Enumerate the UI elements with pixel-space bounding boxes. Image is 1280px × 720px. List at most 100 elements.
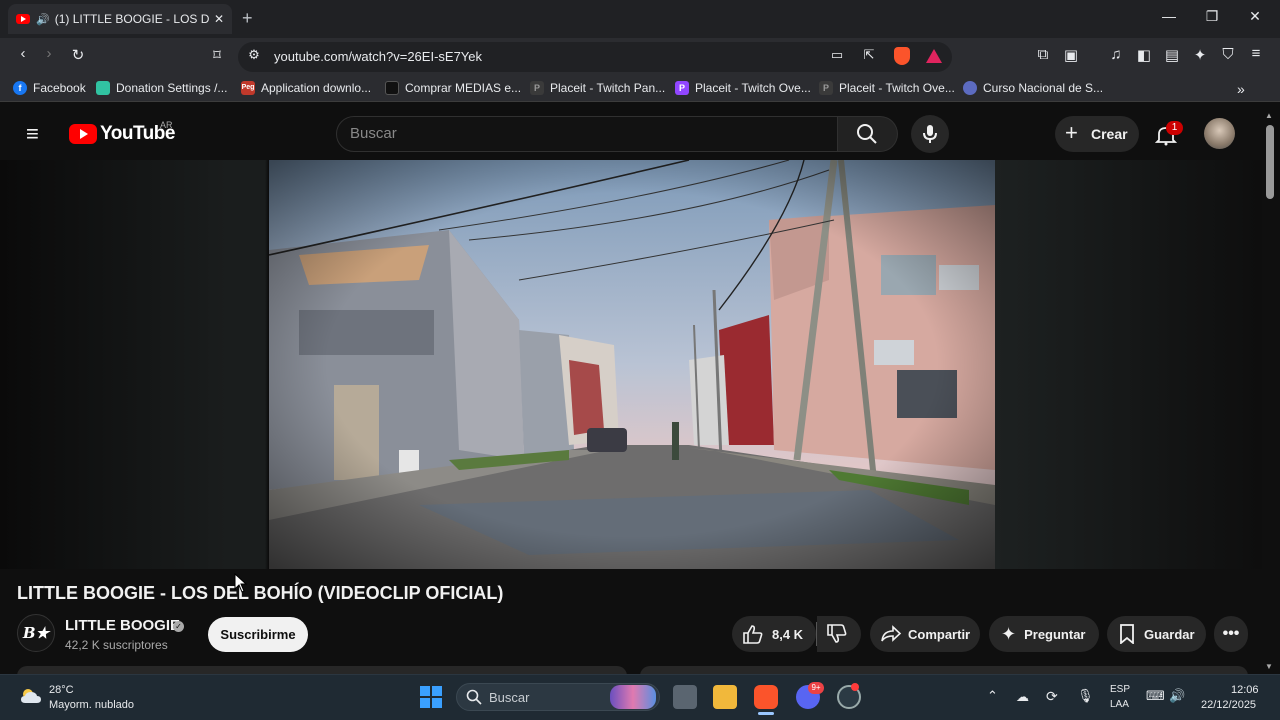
- bookmark-donation[interactable]: Donation Settings /...: [96, 81, 227, 95]
- volume-icon[interactable]: 🔊: [1169, 688, 1185, 704]
- site-settings-icon[interactable]: ⚙: [243, 47, 265, 63]
- placeit-icon: P: [530, 81, 544, 95]
- bookmark-label: Application downlo...: [261, 81, 372, 95]
- wallet-icon[interactable]: ▤: [1161, 46, 1183, 64]
- share-button[interactable]: Compartir: [870, 616, 980, 652]
- file-explorer-icon[interactable]: [713, 685, 737, 709]
- clock-time[interactable]: 12:06: [1231, 684, 1259, 696]
- language-code[interactable]: ESP: [1110, 684, 1130, 695]
- tab-title: (1) LITTLE BOOGIE - LOS DEL: [54, 12, 210, 26]
- weather-desc[interactable]: Mayorm. nublado: [49, 699, 134, 711]
- windows-start-icon[interactable]: [420, 686, 442, 708]
- bookmark-label: Placeit - Twitch Ove...: [839, 81, 955, 95]
- url-text[interactable]: youtube.com/watch?v=26EI-sE7Yek: [274, 49, 482, 64]
- placeit-icon: P: [819, 81, 833, 95]
- vpn-icon[interactable]: ⛉: [1217, 46, 1239, 63]
- menu-icon[interactable]: ≡: [1245, 45, 1267, 62]
- active-app-indicator: [758, 712, 774, 715]
- scroll-down-icon[interactable]: ▼: [1265, 662, 1273, 671]
- onedrive-icon[interactable]: ☁: [1016, 689, 1029, 705]
- region-code: AR: [160, 120, 173, 130]
- network-icon[interactable]: ⌨: [1146, 688, 1165, 704]
- sparkle-icon: ✦: [1001, 624, 1017, 644]
- tab-close-icon[interactable]: ✕: [214, 12, 224, 26]
- scroll-up-icon[interactable]: ▲: [1265, 111, 1273, 120]
- share-label: Compartir: [908, 626, 971, 642]
- scrollbar-thumb[interactable]: [1266, 125, 1274, 199]
- close-window-button[interactable]: ✕: [1245, 8, 1265, 25]
- search-input[interactable]: [336, 116, 838, 152]
- create-label: Crear: [1091, 126, 1128, 142]
- bookmark-label: Placeit - Twitch Pan...: [550, 81, 666, 95]
- speaker-icon[interactable]: 🔊: [36, 13, 50, 26]
- bookmark-placeit-3[interactable]: P Placeit - Twitch Ove...: [819, 81, 955, 95]
- hamburger-menu-icon[interactable]: ≡: [26, 123, 39, 145]
- dislike-button[interactable]: [817, 616, 861, 652]
- bookmark-placeit-1[interactable]: P Placeit - Twitch Pan...: [530, 81, 665, 95]
- search-highlight-icon[interactable]: [610, 685, 656, 709]
- search-placeholder: Buscar: [350, 125, 397, 142]
- user-avatar[interactable]: [1204, 118, 1235, 149]
- tray-overflow-icon[interactable]: ⌃: [987, 688, 998, 704]
- sidebar-icon[interactable]: ◧: [1133, 46, 1155, 64]
- bookmark-icon[interactable]: ⌑: [206, 46, 228, 64]
- clock-date[interactable]: 22/12/2025: [1201, 699, 1256, 711]
- more-bookmarks-icon[interactable]: »: [1237, 81, 1245, 97]
- like-pill-shape: [732, 616, 817, 652]
- browser-tab[interactable]: 🔊 (1) LITTLE BOOGIE - LOS DEL ✕: [8, 4, 232, 34]
- task-view-icon[interactable]: [673, 685, 697, 709]
- more-actions-icon[interactable]: •••: [1214, 616, 1248, 652]
- back-icon[interactable]: ‹: [12, 45, 34, 62]
- youtube-favicon-icon: [16, 14, 30, 24]
- save-button[interactable]: Guardar: [1107, 616, 1206, 652]
- share-page-icon[interactable]: ⇱: [858, 47, 880, 63]
- verified-badge-icon: ✓: [173, 621, 184, 632]
- reload-icon[interactable]: ↻: [67, 46, 89, 64]
- weather-cloud-icon[interactable]: [19, 687, 43, 705]
- video-frame[interactable]: [269, 160, 995, 569]
- peg-icon: Peg: [241, 81, 255, 95]
- bookmark-facebook[interactable]: f Facebook: [13, 81, 86, 95]
- bookmark-label: Facebook: [33, 81, 86, 95]
- video-ambient-right: [995, 160, 1262, 569]
- bookmark-medias[interactable]: Comprar MEDIAS e...: [385, 81, 521, 95]
- ask-label: Preguntar: [1024, 626, 1086, 642]
- subscribe-button[interactable]: Suscribirme: [208, 617, 308, 652]
- new-tab-button[interactable]: +: [242, 8, 253, 29]
- twitch-icon: P: [675, 81, 689, 95]
- cast-icon[interactable]: ▭: [826, 47, 848, 63]
- thumbs-down-icon: [827, 624, 847, 643]
- bookmark-placeit-2[interactable]: P Placeit - Twitch Ove...: [675, 81, 811, 95]
- subscriber-count: 42,2 K suscriptores: [65, 638, 168, 652]
- restore-button[interactable]: ❐: [1202, 8, 1222, 25]
- weather-temp[interactable]: 28°C: [49, 684, 74, 696]
- extensions-icon[interactable]: ⧉: [1032, 46, 1054, 63]
- leo-ai-icon[interactable]: ✦: [1189, 46, 1211, 64]
- minimize-button[interactable]: —: [1159, 8, 1179, 24]
- shield-icon: [963, 81, 977, 95]
- microphone-tray-icon[interactable]: 🎙: [1077, 688, 1094, 704]
- notification-badge: 1: [1166, 121, 1183, 135]
- forward-icon[interactable]: ›: [38, 45, 60, 62]
- save-bookmark-icon: [1120, 624, 1134, 644]
- bookmark-label: Comprar MEDIAS e...: [405, 81, 522, 95]
- streamlabs-icon: [96, 81, 110, 95]
- facebook-icon: f: [13, 81, 27, 95]
- sync-icon[interactable]: ⟳: [1046, 688, 1058, 705]
- channel-name[interactable]: LITTLE BOOGIE: [65, 617, 180, 634]
- keyboard-layout[interactable]: LAA: [1110, 699, 1129, 710]
- media-icon[interactable]: ♫: [1105, 46, 1127, 63]
- brave-rewards-icon[interactable]: [926, 49, 942, 63]
- bookmark-label: Curso Nacional de S...: [983, 81, 1104, 95]
- tab-search-icon[interactable]: ▣: [1060, 46, 1082, 64]
- microphone-icon: [923, 125, 937, 143]
- brave-browser-icon[interactable]: [754, 685, 778, 709]
- youtube-logo-icon[interactable]: [69, 124, 97, 144]
- bookmark-curso[interactable]: Curso Nacional de S...: [963, 81, 1103, 95]
- bookmark-application[interactable]: Peg Application downlo...: [241, 81, 371, 95]
- taskbar-search-placeholder: Buscar: [489, 690, 530, 705]
- ask-button[interactable]: ✦ Preguntar: [989, 616, 1099, 652]
- bookmark-label: Donation Settings /...: [116, 81, 228, 95]
- channel-avatar[interactable]: B★: [17, 614, 55, 652]
- brave-shields-icon[interactable]: [894, 47, 910, 65]
